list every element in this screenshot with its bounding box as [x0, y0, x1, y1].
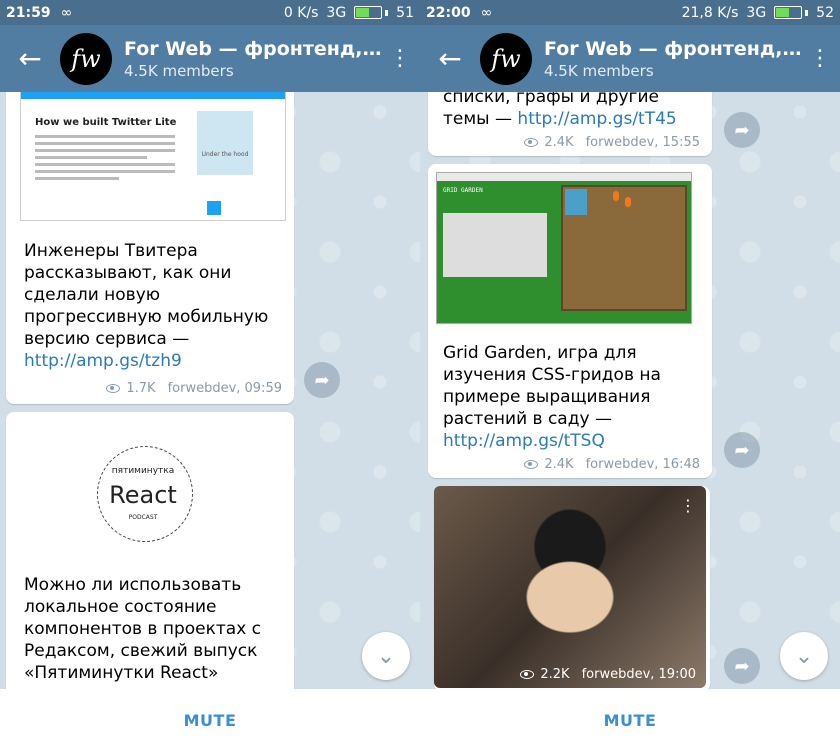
status-bar: 21:59 ∞ 0 K/s 3G 51 [0, 0, 420, 25]
link-preview-image[interactable]: How we built Twitter Lite Under the hood [20, 92, 286, 221]
eye-icon [524, 138, 539, 147]
infinity-icon: ∞ [60, 4, 73, 21]
message-text: Можно ли использовать локальное состояни… [24, 575, 262, 683]
author-time: forwebdev, 16:48 [585, 457, 700, 472]
channel-avatar[interactable]: fw [480, 32, 532, 85]
battery-level: 51 [396, 4, 414, 21]
channel-title: For Web — фронтенд,… [544, 37, 800, 60]
mute-button[interactable]: MUTE [604, 711, 657, 730]
preview-title: GRID GARDEN [443, 187, 483, 194]
preview-card: Under the hood [197, 111, 253, 175]
mute-button[interactable]: MUTE [184, 711, 237, 730]
message-bubble[interactable]: пятиминутка React PODCAST Можно ли испол… [6, 412, 294, 689]
view-count: 2.2K [540, 667, 570, 682]
channel-title: For Web — фронтенд,… [124, 37, 380, 60]
status-bar: 22:00 ∞ 21,8 K/s 3G 52 [420, 0, 840, 25]
message-bubble[interactable]: GRID GARDEN Grid Garden, игра для изучен… [428, 164, 712, 478]
view-count: 2.4K [544, 135, 574, 150]
eye-icon [106, 384, 121, 393]
preview-title: How we built Twitter Lite [35, 117, 177, 128]
battery-level: 52 [816, 4, 834, 21]
view-count: 1.7K [126, 381, 156, 396]
preview-sub: PODCAST [128, 514, 158, 521]
chevron-down-icon[interactable]: ⌄ [362, 632, 410, 680]
share-icon[interactable]: ➦ [304, 362, 340, 398]
channel-avatar[interactable]: fw [60, 32, 112, 85]
preview-top: пятиминутка [111, 466, 175, 476]
battery-icon [774, 6, 809, 19]
arrow-left-icon[interactable]: ← [420, 42, 480, 75]
status-time: 21:59 [6, 4, 51, 21]
channel-members: 4.5K members [544, 61, 654, 80]
status-indicators: 21,8 K/s 3G 52 [682, 5, 834, 21]
message-link[interactable]: http://amp.gs/tT45 [517, 109, 676, 129]
signal-type: 3G [746, 4, 767, 21]
more-vertical-icon[interactable]: ⋮ [800, 47, 840, 70]
message-meta: 1.7K forwebdev, 09:59 [106, 381, 282, 396]
message-text: Grid Garden, игра для изучения CSS-гридо… [443, 342, 705, 452]
message-bubble[interactable]: ⋮ 2.2K forwebdev, 19:00 [434, 486, 710, 689]
right-screen: 22:00 ∞ 21,8 K/s 3G 52 ← fw For Web — фр… [420, 0, 840, 751]
view-count: 2.4K [544, 457, 574, 472]
battery-icon [354, 6, 389, 19]
message-link[interactable]: http://amp.gs/tzh9 [24, 351, 182, 371]
message-text: списки, графы и другие темы — http://amp… [443, 92, 705, 130]
message-bubble[interactable]: How we built Twitter Lite Under the hood… [6, 92, 294, 404]
screens: 21:59 ∞ 0 K/s 3G 51 ← fw For Web — фронт… [0, 0, 840, 751]
author-time: forwebdev, 19:00 [581, 667, 696, 682]
eye-icon [520, 670, 535, 679]
message-bubble[interactable]: списки, графы и другие темы — http://amp… [428, 92, 712, 156]
link-preview-image[interactable]: GRID GARDEN [436, 172, 692, 324]
share-icon[interactable]: ➦ [724, 432, 760, 468]
channel-members: 4.5K members [124, 61, 234, 80]
arrow-left-icon[interactable]: ← [0, 42, 60, 75]
message-meta: 2.4K forwebdev, 15:55 [524, 135, 700, 150]
share-icon[interactable]: ➦ [724, 112, 760, 148]
message-body: Grid Garden, игра для изучения CSS-гридо… [443, 343, 661, 429]
author-time: forwebdev, 09:59 [167, 381, 282, 396]
network-speed: 21,8 K/s [681, 4, 739, 21]
bottom-bar: MUTE [0, 689, 420, 751]
status-indicators: 0 K/s 3G 51 [284, 5, 414, 21]
signal-type: 3G [326, 4, 347, 21]
preview-main: React [109, 481, 177, 509]
more-vertical-icon[interactable]: ⋮ [680, 496, 696, 515]
gif-media[interactable]: ⋮ 2.2K forwebdev, 19:00 [434, 486, 706, 688]
message-meta: 2.2K forwebdev, 19:00 [520, 667, 696, 682]
chat-header: ← fw For Web — фронтенд,… 4.5K members ⋮ [0, 25, 420, 92]
network-speed: 0 K/s [283, 4, 319, 21]
infinity-icon: ∞ [480, 4, 493, 21]
eye-icon [524, 460, 539, 469]
status-time: 22:00 [426, 4, 471, 21]
message-list[interactable]: списки, графы и другие темы — http://amp… [420, 92, 840, 689]
message-meta: 2.4K forwebdev, 16:48 [524, 457, 700, 472]
share-icon[interactable]: ➦ [724, 648, 760, 684]
author-time: forwebdev, 15:55 [585, 135, 700, 150]
chevron-down-icon[interactable]: ⌄ [780, 632, 828, 680]
message-body: Инженеры Твитера рассказывают, как они с… [24, 241, 269, 349]
chat-header: ← fw For Web — фронтенд,… 4.5K members ⋮ [420, 25, 840, 92]
message-link[interactable]: http://amp.gs/tTSQ [443, 431, 605, 451]
message-text: Инженеры Твитера рассказывают, как они с… [24, 240, 280, 372]
bottom-bar: MUTE [420, 689, 840, 751]
more-vertical-icon[interactable]: ⋮ [380, 47, 420, 70]
left-screen: 21:59 ∞ 0 K/s 3G 51 ← fw For Web — фронт… [0, 0, 420, 751]
channel-info[interactable]: For Web — фронтенд,… 4.5K members [124, 38, 380, 80]
message-list[interactable]: How we built Twitter Lite Under the hood… [0, 92, 420, 689]
link-preview-image[interactable]: пятиминутка React PODCAST [58, 426, 228, 566]
channel-info[interactable]: For Web — фронтенд,… 4.5K members [544, 38, 800, 80]
